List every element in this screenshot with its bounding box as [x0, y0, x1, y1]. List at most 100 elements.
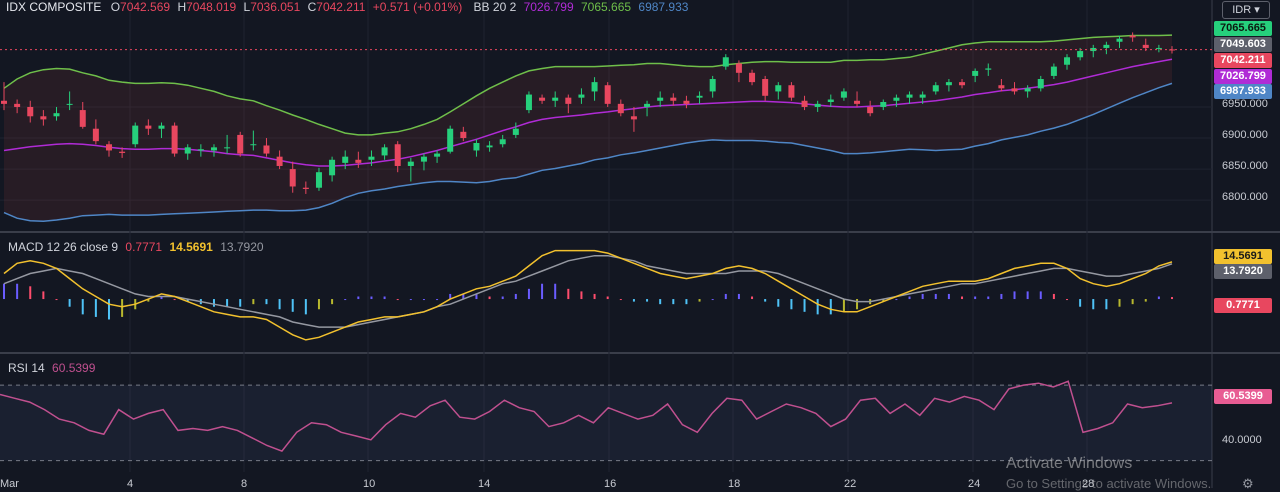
macd-histogram-bar: [527, 288, 530, 300]
x-tick: 14: [478, 478, 491, 490]
candle-body: [1116, 38, 1123, 42]
legend-change: +0.571 (+0.01%): [372, 0, 463, 14]
candle-body: [1011, 88, 1018, 92]
macd-histogram-bar: [685, 299, 688, 305]
macd-histogram-bar: [16, 283, 19, 300]
macd-histogram-bar: [81, 299, 84, 315]
macd-histogram-bar: [1118, 299, 1121, 307]
x-tick: 24: [968, 478, 981, 490]
legend-rsi-label: RSI 14: [8, 361, 45, 375]
legend-bb-label: BB 20 2: [473, 0, 517, 14]
macd-histogram-bar: [252, 299, 255, 305]
candle-body: [539, 97, 546, 101]
macd-histogram-bar: [1066, 299, 1069, 301]
macd-histogram-bar: [344, 299, 347, 301]
currency-dropdown[interactable]: IDR ▾: [1222, 1, 1270, 19]
macd-histogram-bar: [383, 296, 386, 300]
candle-body: [552, 97, 559, 101]
chevron-down-icon: ▾: [1251, 4, 1260, 16]
macd-histogram-bar: [921, 293, 924, 300]
candle-body: [66, 103, 73, 105]
candle-body: [670, 97, 677, 101]
candle-body: [145, 125, 152, 129]
legend-high-key: H: [177, 0, 187, 14]
macd-histogram-bar: [777, 299, 780, 307]
candle-body: [762, 79, 769, 96]
candle-body: [302, 187, 309, 189]
candle-body: [578, 94, 585, 98]
macd-histogram-bar: [265, 299, 268, 305]
macd-histogram-bar: [422, 299, 425, 301]
gear-icon[interactable]: ⚙: [1242, 476, 1254, 492]
candle-body: [289, 169, 296, 187]
candle-body: [591, 82, 598, 92]
badge-macd-hist: 0.7771: [1214, 298, 1272, 313]
candle-body: [919, 94, 926, 98]
candle-body: [644, 103, 651, 107]
candle-body: [237, 134, 244, 154]
x-tick: 18: [728, 478, 741, 490]
candle-body: [197, 149, 204, 151]
macd-histogram-bar: [409, 299, 412, 301]
macd-histogram-bar: [1052, 293, 1055, 300]
candle-body: [749, 72, 756, 83]
candle-body: [1037, 79, 1044, 89]
candle-body: [1064, 57, 1071, 65]
candle-body: [814, 103, 821, 107]
candle-body: [355, 159, 362, 163]
macd-histogram-bar: [357, 296, 360, 300]
candle-body: [171, 125, 178, 154]
macd-histogram-bar: [737, 293, 740, 300]
badge-price-line: 7049.603: [1214, 37, 1272, 52]
legend-bb-mid: 7026.799: [523, 0, 574, 14]
legend-high: 7048.019: [186, 0, 237, 14]
macd-histogram-bar: [908, 296, 911, 300]
macd-histogram-bar: [816, 299, 819, 315]
x-tick: 4: [127, 478, 134, 490]
x-tick: 8: [241, 478, 248, 490]
x-tick: 22: [844, 478, 857, 490]
legend-macd-line: 14.5691: [169, 240, 213, 254]
candle-body: [460, 131, 467, 139]
watermark-subtitle: Go to Settings to activate Windows.: [1006, 476, 1212, 491]
badge-bb-lower: 6987.933: [1214, 84, 1272, 99]
macd-histogram-bar: [68, 299, 71, 307]
y-tick: 6900.000: [1222, 129, 1268, 141]
legend-open-key: O: [110, 0, 121, 14]
candle-body: [735, 63, 742, 73]
candle-body: [342, 156, 349, 163]
macd-histogram-bar: [1144, 299, 1147, 302]
candle-body: [119, 151, 126, 153]
candle-body: [40, 116, 47, 120]
candle-body: [512, 128, 519, 135]
legend-close-key: C: [307, 0, 317, 14]
candle-body: [447, 128, 454, 152]
macd-histogram-bar: [501, 296, 504, 300]
candle-body: [709, 79, 716, 92]
candle-body: [27, 106, 34, 117]
candle-body: [683, 100, 690, 104]
candle-body: [1142, 44, 1149, 48]
macd-histogram-bar: [212, 299, 215, 307]
macd-histogram-bar: [239, 299, 242, 307]
candle-body: [827, 99, 834, 102]
legend-close: 7042.211: [316, 0, 366, 14]
candle-body: [959, 82, 966, 86]
legend-open: 7042.569: [120, 0, 171, 14]
rsi-band: [0, 385, 1212, 461]
macd-histogram-bar: [514, 293, 517, 300]
macd-histogram-bar: [554, 283, 557, 300]
macd-histogram-bar: [1171, 297, 1173, 300]
macd-histogram-bar: [856, 299, 859, 310]
candle-body: [775, 85, 782, 92]
candle-body: [617, 103, 624, 114]
candle-body: [499, 139, 506, 145]
candle-body: [276, 156, 283, 166]
macd-histogram-bar: [226, 299, 229, 307]
macd-histogram-bar: [278, 299, 281, 310]
macd-histogram-bar: [580, 291, 583, 300]
watermark-title: Activate Windows: [1006, 455, 1133, 472]
candle-body: [972, 70, 979, 76]
macd-histogram-bar: [947, 293, 950, 300]
candle-body: [79, 110, 86, 127]
